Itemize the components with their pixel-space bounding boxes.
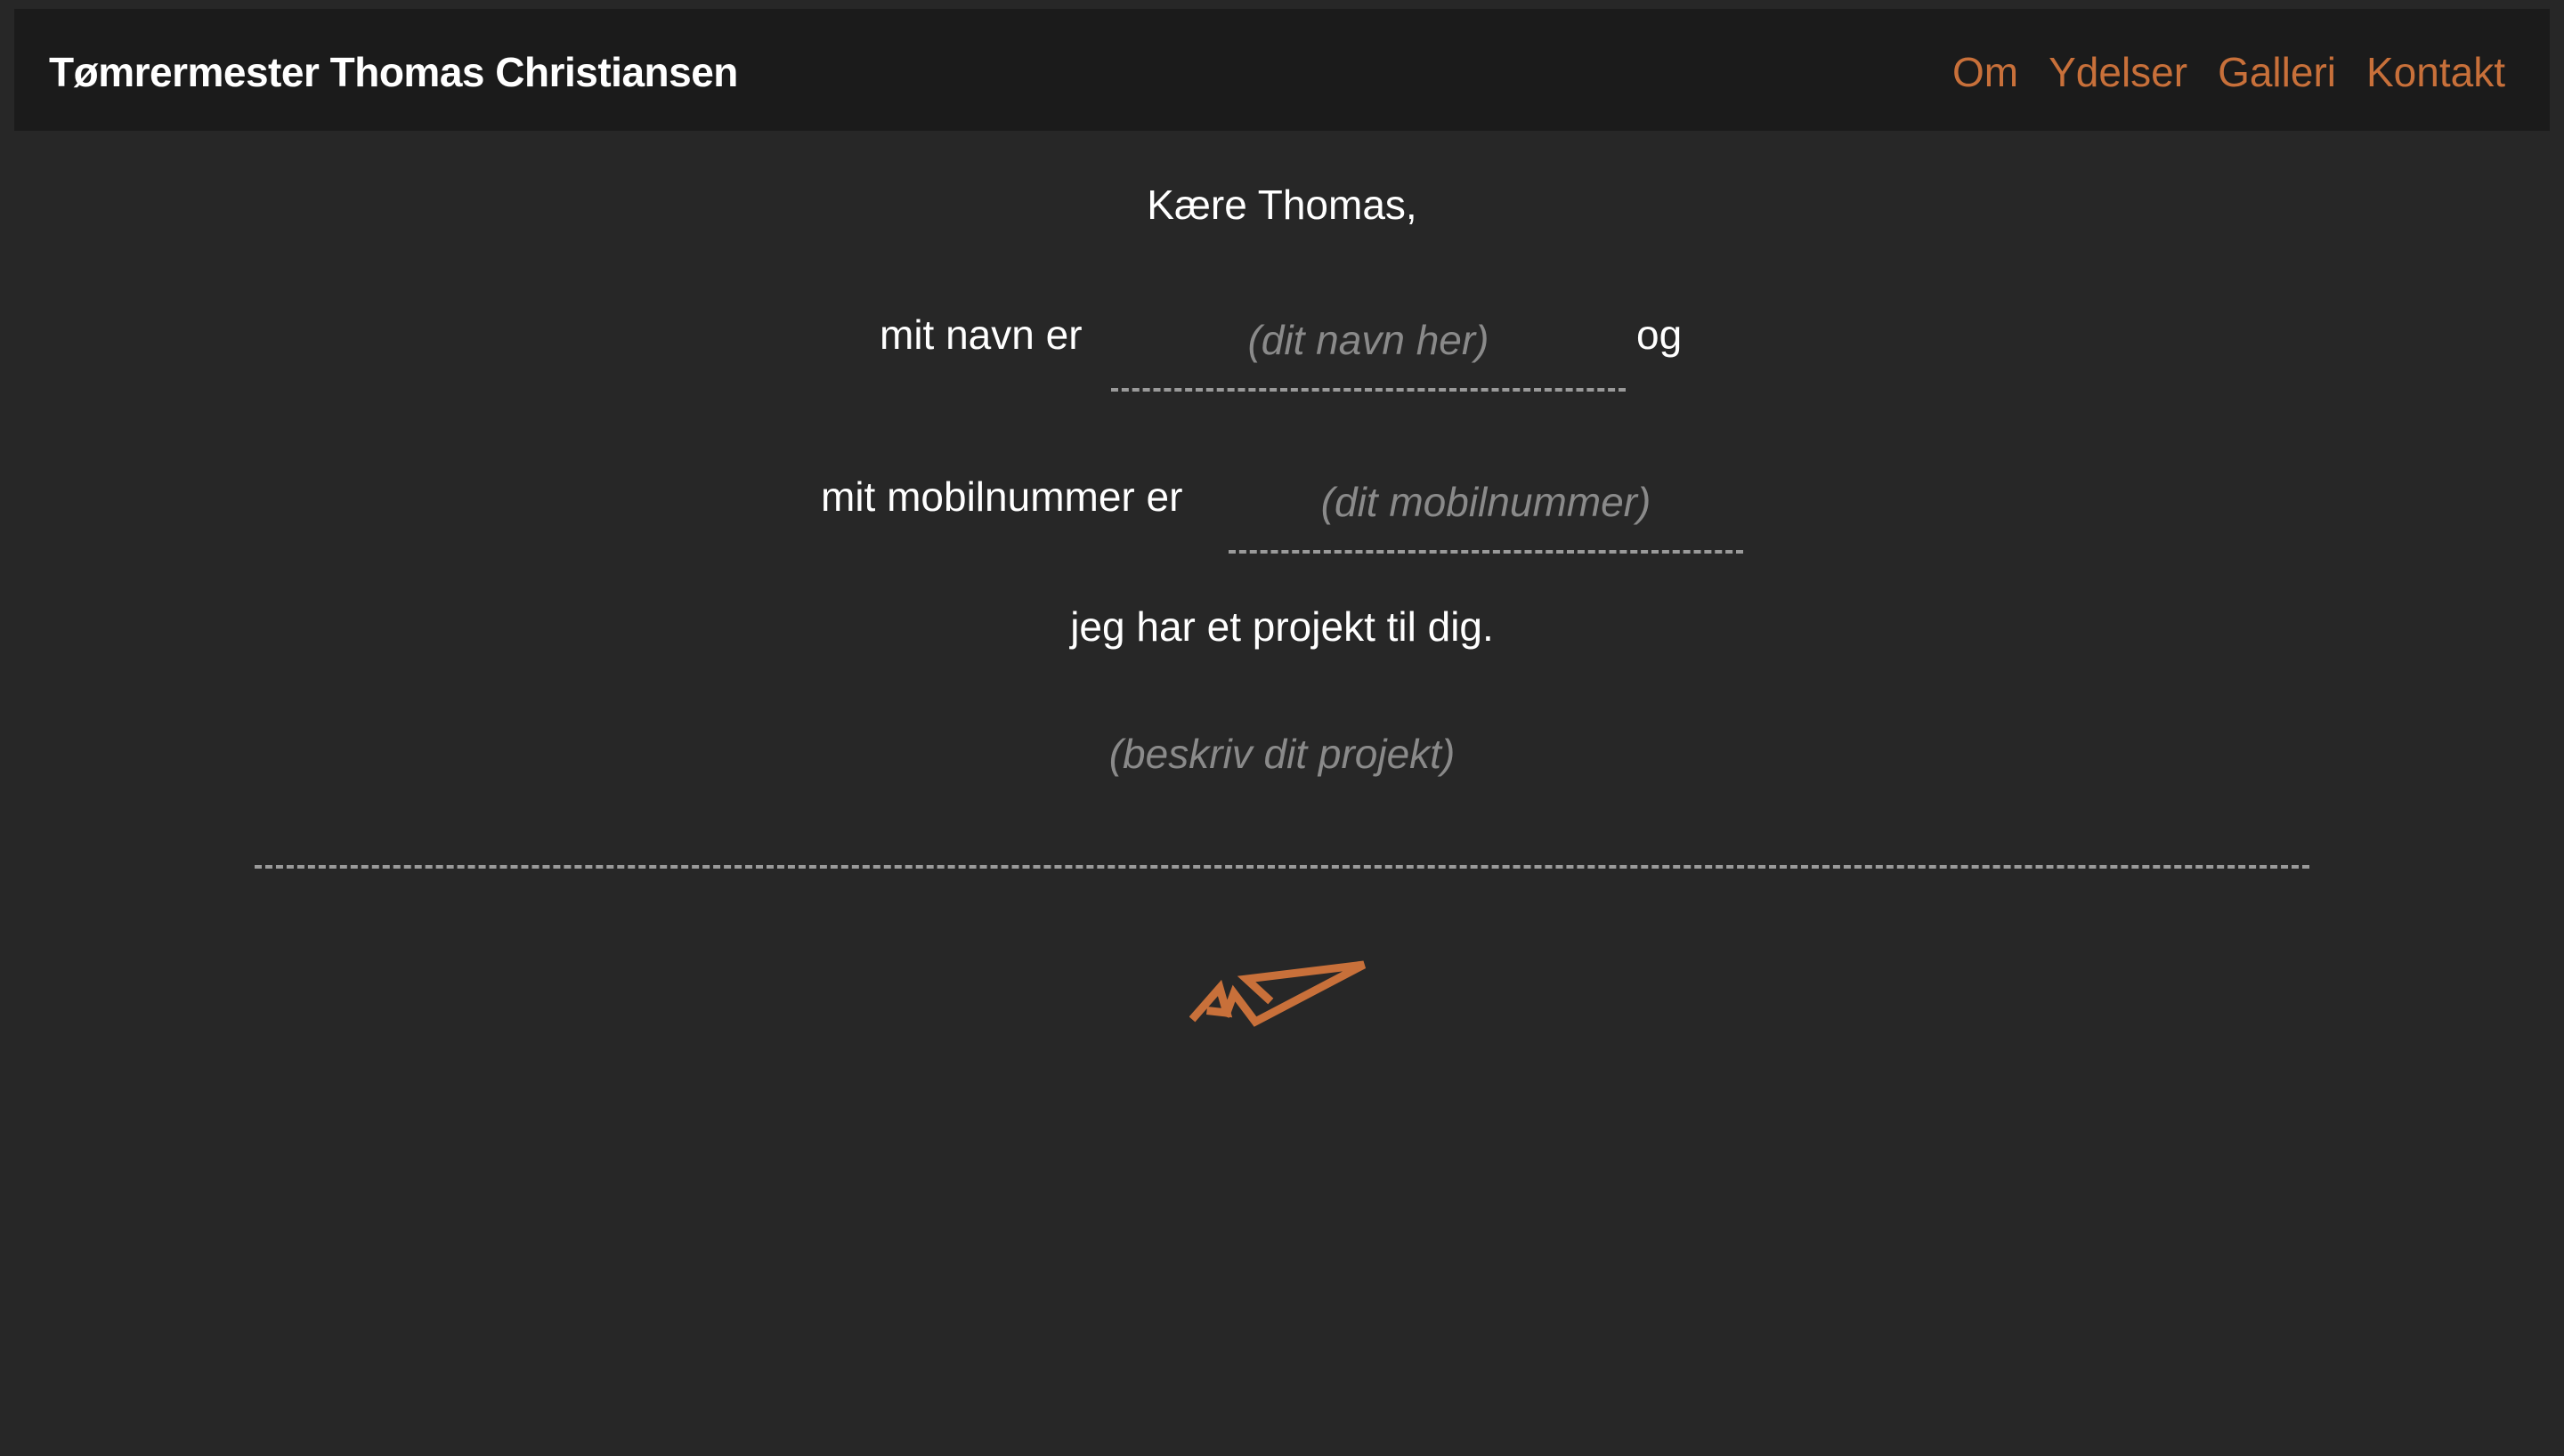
project-description-textarea[interactable] <box>255 703 2309 869</box>
mobile-label: mit mobilnummer er <box>821 473 1183 520</box>
mobile-input[interactable] <box>1229 454 1743 554</box>
project-label: jeg har et projekt til dig. <box>1070 603 1494 650</box>
and-label: og <box>1636 311 1683 358</box>
name-label: mit navn er <box>880 311 1083 358</box>
name-input[interactable] <box>1111 292 1626 392</box>
letter-greeting: Kære Thomas, <box>1147 182 1417 228</box>
page: Tømrermester Thomas Christiansen Om Ydel… <box>0 0 2564 1456</box>
send-button[interactable] <box>1189 958 1376 1031</box>
paper-plane-icon <box>1189 960 1367 1027</box>
contact-letter-form: Kære Thomas, mit navn er og mit mobilnum… <box>0 0 2564 1456</box>
